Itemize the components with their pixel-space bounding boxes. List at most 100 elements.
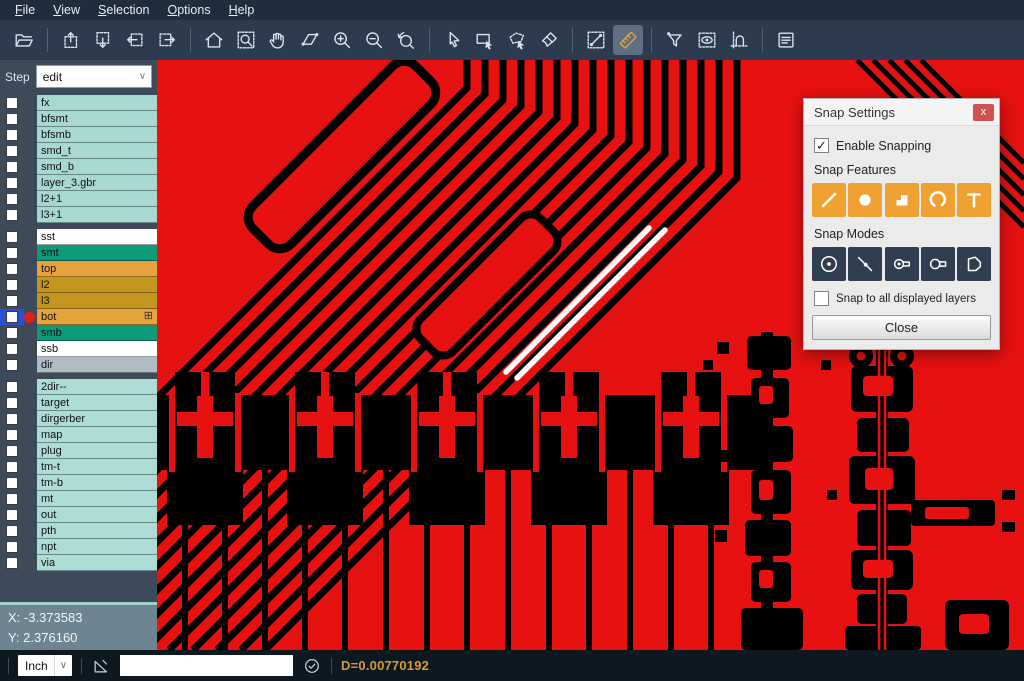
layer-visibility-checkbox[interactable] (6, 279, 18, 291)
separator[interactable] (190, 28, 191, 52)
highlight-net-button[interactable] (724, 25, 754, 55)
zoom-object-button[interactable] (295, 25, 325, 55)
layer-row[interactable]: tm-t (0, 459, 157, 475)
layer-row[interactable]: fx (0, 95, 157, 111)
open-file-button[interactable] (9, 25, 39, 55)
rect-select-button[interactable] (470, 25, 500, 55)
layer-row[interactable]: sst (0, 229, 157, 245)
layer-row[interactable]: via (0, 555, 157, 571)
command-input[interactable] (120, 655, 293, 676)
layer-row[interactable]: target (0, 395, 157, 411)
pan-down-button[interactable] (88, 25, 118, 55)
chevron-down-icon[interactable]: ∨ (54, 655, 72, 676)
layer-row[interactable]: l2 (0, 277, 157, 293)
snap-vertex-button[interactable] (957, 247, 991, 281)
layer-row[interactable]: smb (0, 325, 157, 341)
snap-line-button[interactable] (812, 183, 846, 217)
snap-pad-button[interactable] (848, 183, 882, 217)
layer-visibility-checkbox[interactable] (6, 247, 18, 259)
snap-slot-center-button[interactable] (885, 247, 919, 281)
pan-left-button[interactable] (120, 25, 150, 55)
layer-visibility-checkbox[interactable] (6, 413, 18, 425)
menu-item[interactable]: View (44, 1, 89, 19)
layer-row[interactable]: dir (0, 357, 157, 373)
pan-right-button[interactable] (152, 25, 182, 55)
layer-visibility-checkbox[interactable] (6, 161, 18, 173)
layer-visibility-checkbox[interactable] (6, 145, 18, 157)
snap-slot-outline-button[interactable] (921, 247, 955, 281)
snap-arc-button[interactable] (921, 183, 955, 217)
layer-row[interactable]: smd_t (0, 143, 157, 159)
layer-visibility-checkbox[interactable] (6, 295, 18, 307)
layer-row[interactable]: top (0, 261, 157, 277)
layer-visibility-checkbox[interactable] (6, 129, 18, 141)
poly-select-button[interactable] (502, 25, 532, 55)
layer-row[interactable]: l3+1 (0, 207, 157, 223)
layer-visibility-checkbox[interactable] (6, 177, 18, 189)
snap-surface-button[interactable] (885, 183, 919, 217)
layer-visibility-checkbox[interactable] (6, 493, 18, 505)
menu-item[interactable]: Options (158, 1, 219, 19)
layer-visibility-checkbox[interactable] (6, 477, 18, 489)
layer-row[interactable]: pth (0, 523, 157, 539)
layer-row[interactable]: l3 (0, 293, 157, 309)
zoom-in-button[interactable] (327, 25, 357, 55)
layer-visibility-checkbox[interactable] (6, 381, 18, 393)
report-button[interactable] (771, 25, 801, 55)
measure-point-button[interactable] (581, 25, 611, 55)
layer-visibility-checkbox[interactable] (6, 327, 18, 339)
layer-visibility-checkbox[interactable] (6, 397, 18, 409)
separator[interactable] (762, 28, 763, 52)
layer-row[interactable]: ssb (0, 341, 157, 357)
layer-row[interactable]: dirgerber (0, 411, 157, 427)
layer-visibility-checkbox[interactable] (6, 343, 18, 355)
zoom-window-button[interactable] (231, 25, 261, 55)
filter-button[interactable] (660, 25, 690, 55)
layer-visibility-checkbox[interactable] (6, 311, 18, 323)
step-combobox[interactable]: edit ∨ (36, 65, 152, 88)
layer-visibility-checkbox[interactable] (6, 359, 18, 371)
layer-row[interactable]: mt (0, 491, 157, 507)
menu-item[interactable]: File (6, 1, 44, 19)
layer-visibility-checkbox[interactable] (6, 525, 18, 537)
all-layers-checkbox[interactable] (814, 291, 829, 306)
pan-up-button[interactable] (56, 25, 86, 55)
layer-visibility-checkbox[interactable] (6, 541, 18, 553)
close-icon[interactable]: x (973, 104, 994, 121)
layer-visibility-checkbox[interactable] (6, 193, 18, 205)
snap-text-button[interactable] (957, 183, 991, 217)
layer-row[interactable]: bfsmt (0, 111, 157, 127)
layer-row[interactable]: l2+1 (0, 191, 157, 207)
layer-row[interactable]: bfsmb (0, 127, 157, 143)
layer-visibility-checkbox[interactable] (6, 263, 18, 275)
layer-row[interactable]: out (0, 507, 157, 523)
zoom-out-button[interactable] (359, 25, 389, 55)
all-layers-row[interactable]: Snap to all displayed layers (814, 291, 991, 306)
layer-visibility-checkbox[interactable] (6, 429, 18, 441)
measure-ruler-button[interactable] (613, 25, 643, 55)
menu-item[interactable]: Help (220, 1, 264, 19)
layer-visibility-checkbox[interactable] (6, 231, 18, 243)
separator[interactable] (572, 28, 573, 52)
layer-row[interactable]: 2dir-- (0, 379, 157, 395)
snap-center-button[interactable] (812, 247, 846, 281)
layer-row[interactable]: npt (0, 539, 157, 555)
separator[interactable] (429, 28, 430, 52)
layer-visibility-checkbox[interactable] (6, 209, 18, 221)
close-button[interactable]: Close (812, 315, 991, 340)
clear-highlight-button[interactable] (534, 25, 564, 55)
layer-visibility-checkbox[interactable] (6, 445, 18, 457)
snap-nearest-point-button[interactable] (848, 247, 882, 281)
zoom-previous-button[interactable] (391, 25, 421, 55)
layer-row[interactable]: plug (0, 443, 157, 459)
layer-row[interactable]: map (0, 427, 157, 443)
angle-icon[interactable] (91, 656, 111, 676)
layer-visibility-checkbox[interactable] (6, 461, 18, 473)
layer-row[interactable]: layer_3.gbr (0, 175, 157, 191)
enable-snapping-checkbox[interactable]: ✓ (814, 138, 829, 153)
layer-visibility-checkbox[interactable] (6, 113, 18, 125)
layer-row[interactable]: tm-b (0, 475, 157, 491)
enable-snapping-row[interactable]: ✓ Enable Snapping (814, 138, 991, 153)
layer-row[interactable]: smd_b (0, 159, 157, 175)
view-options-button[interactable] (692, 25, 722, 55)
